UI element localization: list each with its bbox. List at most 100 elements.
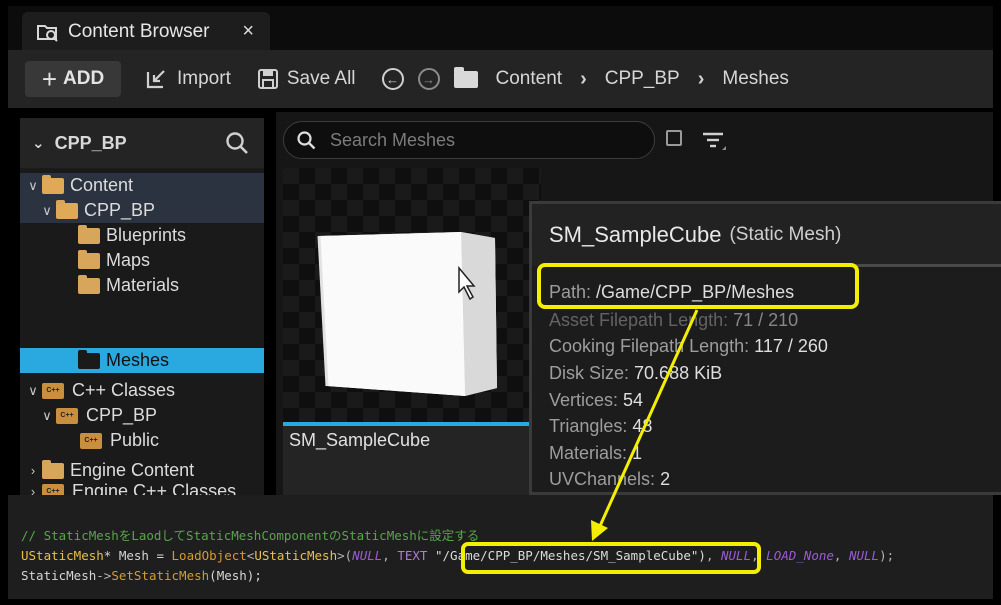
tree-item-label: Maps: [106, 250, 151, 270]
import-icon: [146, 70, 165, 89]
tree-item-label: C++ Classes: [72, 380, 176, 400]
tree-item-label: Engine Content: [70, 460, 195, 480]
tree-item-label: Public: [110, 430, 160, 450]
forward-icon[interactable]: →: [417, 68, 440, 90]
tooltip-subtitle: (Static Mesh): [729, 224, 842, 245]
chevron-right-icon[interactable]: ›: [26, 463, 40, 478]
add-button[interactable]: + ADD: [25, 61, 121, 97]
tree-item-meshes[interactable]: Meshes: [20, 348, 264, 373]
tree-item-materials[interactable]: Materials: [20, 273, 264, 298]
code-token: UStaticMesh: [21, 548, 104, 563]
breadcrumb-meshes[interactable]: Meshes: [722, 68, 789, 90]
line-value: 71 / 210: [733, 310, 799, 330]
tree-item-cpp-classes[interactable]: ∨ C++ C++ Classes: [20, 378, 264, 403]
line-key: UVChannels:: [549, 469, 656, 489]
code-token: ,: [833, 548, 849, 563]
chevron-right-icon[interactable]: ›: [698, 68, 705, 91]
tooltip-line-triangles: Triangles: 48: [549, 416, 652, 437]
chevron-right-icon[interactable]: ›: [580, 68, 587, 91]
search-input[interactable]: Search Meshes: [283, 121, 655, 159]
code-comment: // StaticMeshをLaodしてStaticMeshComponentの…: [21, 528, 480, 543]
cpp-folder-icon: C++: [56, 407, 78, 424]
tree-item-cpp-bp[interactable]: ∨ CPP_BP: [20, 198, 264, 223]
save-all-label: Save All: [286, 68, 356, 89]
cube-thumbnail-icon: [317, 232, 497, 396]
plus-icon: +: [41, 63, 57, 94]
toolbar: + ADD Import Save All ← → Content › CPP_…: [8, 50, 993, 108]
tree-item-label: Materials: [106, 275, 180, 295]
code-token: * Mesh =: [103, 548, 172, 563]
folder-icon: [42, 459, 64, 479]
line-value: 70.688 KiB: [634, 363, 723, 383]
chevron-down-icon[interactable]: ⌄: [32, 134, 45, 152]
tooltip-line-uvchannels: UVChannels: 2: [549, 469, 670, 490]
import-button[interactable]: Import: [145, 61, 231, 97]
chevron-down-icon[interactable]: ∨: [40, 203, 54, 219]
folder-open-icon: [56, 199, 78, 219]
asset-thumbnail: [283, 168, 541, 424]
breadcrumb-content[interactable]: Content: [496, 68, 563, 90]
code-token: SetStaticMesh: [111, 568, 210, 583]
tooltip-title: SM_SampleCube: [549, 222, 722, 247]
tab-bar: Content Browser ×: [8, 6, 993, 52]
sidebar-title: CPP_BP: [54, 132, 127, 153]
breadcrumb: Content › CPP_BP › Meshes: [448, 66, 799, 91]
code-token: NULL: [352, 548, 383, 563]
save-all-button[interactable]: Save All: [257, 61, 356, 97]
tree-item-public[interactable]: C++ Public: [20, 428, 264, 453]
tab-title: Content Browser: [68, 21, 210, 42]
search-placeholder: Search Meshes: [330, 129, 456, 150]
chevron-down-icon[interactable]: ∨: [26, 383, 40, 399]
tooltip-line-vertices: Vertices: 54: [549, 390, 643, 411]
line-value: 2: [660, 469, 671, 489]
line-key: Triangles:: [549, 416, 628, 436]
tree-item-label: Blueprints: [106, 225, 187, 245]
chevron-down-icon[interactable]: ∨: [40, 408, 54, 424]
tab-content-browser[interactable]: Content Browser ×: [22, 12, 270, 52]
search-icon[interactable]: [224, 130, 250, 156]
code-token: UStaticMesh: [254, 548, 338, 563]
tooltip-line-asset-filepath: Asset Filepath Length: 71 / 210: [549, 310, 798, 331]
folder-icon: [453, 66, 478, 88]
path-highlight-box: [537, 263, 859, 309]
tree-item-label: CPP_BP: [84, 200, 156, 220]
breadcrumb-cpp-bp[interactable]: CPP_BP: [605, 68, 680, 90]
tree-item-content[interactable]: ∨ Content: [20, 173, 264, 198]
asset-tile[interactable]: SM_SampleCube: [283, 168, 541, 495]
folder-icon: [78, 274, 100, 294]
tree-item-blueprints[interactable]: Blueprints: [20, 223, 264, 248]
tree-item-engine-cpp-classes[interactable]: › C++ Engine C++ Classes: [20, 481, 264, 501]
tree-item-label: CPP_BP: [86, 405, 158, 425]
tree-item-label: Meshes: [106, 350, 170, 370]
code-token: LoadObject: [171, 548, 247, 563]
code-token: ,: [382, 548, 398, 563]
asset-name: SM_SampleCube: [289, 430, 431, 450]
line-key: Vertices:: [549, 390, 619, 410]
asset-tooltip: SM_SampleCube (Static Mesh) Path: /Game/…: [529, 201, 1001, 495]
folder-icon: [78, 224, 100, 244]
code-highlight-box: [461, 542, 761, 574]
tree-item-maps[interactable]: Maps: [20, 248, 264, 273]
cpp-folder-icon: C++: [42, 382, 64, 399]
tree-item-label: Content: [70, 175, 134, 195]
tree-item-cpp-bp-classes[interactable]: ∨ C++ CPP_BP: [20, 403, 264, 428]
filter-icon[interactable]: [700, 128, 728, 154]
cpp-folder-icon: C++: [80, 432, 102, 449]
sidebar-header[interactable]: ⌄ CPP_BP: [20, 118, 264, 168]
code-token: TEXT: [397, 548, 428, 563]
sidebar: ⌄ CPP_BP ∨ Content ∨ CPP_BP Blueprints M…: [20, 118, 264, 501]
code-token: ->: [96, 568, 112, 583]
screenshot-frame: { "tab": {"title": "Content Browser", "c…: [0, 0, 1001, 605]
line-key: Asset Filepath Length:: [549, 310, 729, 330]
close-icon[interactable]: ×: [242, 20, 254, 43]
tree-item-engine-content[interactable]: › Engine Content: [20, 458, 264, 483]
code-token: NULL: [848, 548, 880, 563]
line-value: 1: [632, 443, 643, 463]
code-token: LOAD_None: [766, 548, 834, 563]
line-key: Cooking Filepath Length:: [549, 336, 750, 356]
save-search-icon[interactable]: [666, 130, 682, 146]
line-value: 48: [632, 416, 653, 436]
back-icon[interactable]: ←: [381, 68, 404, 90]
chevron-down-icon[interactable]: ∨: [26, 178, 40, 194]
line-key: Disk Size:: [549, 363, 630, 383]
